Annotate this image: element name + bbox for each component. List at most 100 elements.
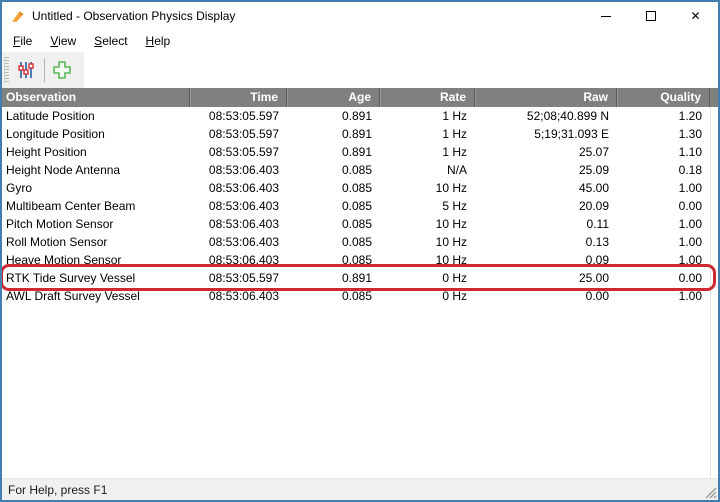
observation-settings-button[interactable] [13, 57, 39, 83]
table-cell: 0.00 [617, 269, 710, 287]
table-cell: 0.891 [287, 107, 380, 125]
column-header-raw[interactable]: Raw [475, 88, 617, 107]
table-body: Latitude Position08:53:05.5970.8911 Hz52… [2, 107, 718, 478]
table-cell: 10 Hz [380, 233, 475, 251]
table-cell: 1.00 [617, 287, 710, 305]
table-cell: 1.10 [617, 143, 710, 161]
close-button[interactable]: ✕ [673, 2, 718, 30]
table-cell: 5 Hz [380, 197, 475, 215]
table-cell: 08:53:06.403 [190, 161, 287, 179]
table-cell: 08:53:06.403 [190, 179, 287, 197]
table-row[interactable]: Height Node Antenna08:53:06.4030.085N/A2… [2, 161, 718, 179]
table-cell: 20.09 [475, 197, 617, 215]
add-observation-button[interactable] [49, 57, 75, 83]
table-cell: 08:53:06.403 [190, 287, 287, 305]
table-row[interactable]: Height Position08:53:05.5970.8911 Hz25.0… [2, 143, 718, 161]
table-cell: 25.00 [475, 269, 617, 287]
app-icon [10, 8, 26, 24]
table-cell: 1 Hz [380, 107, 475, 125]
close-icon: ✕ [690, 10, 700, 22]
table-cell: 0.11 [475, 215, 617, 233]
table-cell: Heave Motion Sensor [2, 251, 190, 269]
table-cell: 0 Hz [380, 287, 475, 305]
table-cell: Longitude Position [2, 125, 190, 143]
table-cell: 0.085 [287, 251, 380, 269]
table-row[interactable]: Heave Motion Sensor08:53:06.4030.08510 H… [2, 251, 718, 269]
column-header-time[interactable]: Time [190, 88, 287, 107]
table-cell: 25.07 [475, 143, 617, 161]
table-cell: 10 Hz [380, 179, 475, 197]
table-cell: 08:53:06.403 [190, 197, 287, 215]
caption-buttons: ✕ [583, 2, 718, 30]
table-cell: 1.00 [617, 251, 710, 269]
menu-help[interactable]: Help [137, 30, 180, 52]
maximize-button[interactable] [628, 2, 673, 30]
table-row[interactable]: AWL Draft Survey Vessel08:53:06.4030.085… [2, 287, 718, 305]
table-cell: Gyro [2, 179, 190, 197]
minimize-button[interactable] [583, 2, 628, 30]
table-cell: 08:53:06.403 [190, 251, 287, 269]
table-cell: 0.18 [617, 161, 710, 179]
table-row[interactable]: Roll Motion Sensor08:53:06.4030.08510 Hz… [2, 233, 718, 251]
table-cell: 0.09 [475, 251, 617, 269]
table-cell: 25.09 [475, 161, 617, 179]
table-cell: 0.891 [287, 143, 380, 161]
table-cell: 52;08;40.899 N [475, 107, 617, 125]
table-cell: 10 Hz [380, 215, 475, 233]
menu-view[interactable]: View [41, 30, 85, 52]
table-cell: 5;19;31.093 E [475, 125, 617, 143]
list-edge-line [710, 107, 711, 478]
status-text: For Help, press F1 [2, 483, 107, 497]
table-cell: 0.00 [617, 197, 710, 215]
sliders-icon [16, 60, 36, 80]
table-cell: Height Position [2, 143, 190, 161]
table-cell: 1.30 [617, 125, 710, 143]
table-cell: 1.00 [617, 233, 710, 251]
table-cell: Latitude Position [2, 107, 190, 125]
menu-select[interactable]: Select [85, 30, 136, 52]
table-cell: 1.00 [617, 215, 710, 233]
table-row[interactable]: Multibeam Center Beam08:53:06.4030.0855 … [2, 197, 718, 215]
toolbar [2, 52, 84, 88]
table-cell: Roll Motion Sensor [2, 233, 190, 251]
minimize-icon [601, 16, 611, 17]
table-cell: 45.00 [475, 179, 617, 197]
column-header-age[interactable]: Age [287, 88, 380, 107]
green-plus-icon [51, 59, 73, 81]
menu-file[interactable]: File [4, 30, 41, 52]
table-row[interactable]: Longitude Position08:53:05.5970.8911 Hz5… [2, 125, 718, 143]
table-cell: 08:53:06.403 [190, 233, 287, 251]
table-row[interactable]: Latitude Position08:53:05.5970.8911 Hz52… [2, 107, 718, 125]
table-header: Observation Time Age Rate Raw Quality [2, 88, 718, 107]
maximize-icon [646, 11, 656, 21]
table-cell: 0.085 [287, 179, 380, 197]
column-header-filler [710, 88, 718, 107]
toolbar-grip[interactable] [4, 57, 9, 83]
table-cell: 0.085 [287, 287, 380, 305]
window-title: Untitled - Observation Physics Display [32, 9, 235, 23]
table-row[interactable]: Pitch Motion Sensor08:53:06.4030.08510 H… [2, 215, 718, 233]
table-cell: 08:53:05.597 [190, 125, 287, 143]
column-header-quality[interactable]: Quality [617, 88, 710, 107]
table-cell: 10 Hz [380, 251, 475, 269]
toolbar-separator [44, 58, 45, 82]
resize-grip-icon[interactable] [703, 485, 717, 499]
column-header-observation[interactable]: Observation [2, 88, 190, 107]
toolbar-row [2, 52, 718, 88]
table-row[interactable]: RTK Tide Survey Vessel08:53:05.5970.8910… [2, 269, 718, 287]
table-row[interactable]: Gyro08:53:06.4030.08510 Hz45.001.00 [2, 179, 718, 197]
table-cell: 08:53:05.597 [190, 143, 287, 161]
table-cell: 1.00 [617, 179, 710, 197]
table-cell: 0.085 [287, 161, 380, 179]
table-cell: 08:53:05.597 [190, 269, 287, 287]
table-cell: 1 Hz [380, 125, 475, 143]
table-cell: RTK Tide Survey Vessel [2, 269, 190, 287]
table-cell: 1.20 [617, 107, 710, 125]
app-window: Untitled - Observation Physics Display ✕… [0, 0, 720, 502]
table-cell: N/A [380, 161, 475, 179]
table-cell: 0.085 [287, 215, 380, 233]
menu-bar: File View Select Help [2, 30, 718, 52]
column-header-rate[interactable]: Rate [380, 88, 475, 107]
table-cell: Height Node Antenna [2, 161, 190, 179]
table-cell: Pitch Motion Sensor [2, 215, 190, 233]
